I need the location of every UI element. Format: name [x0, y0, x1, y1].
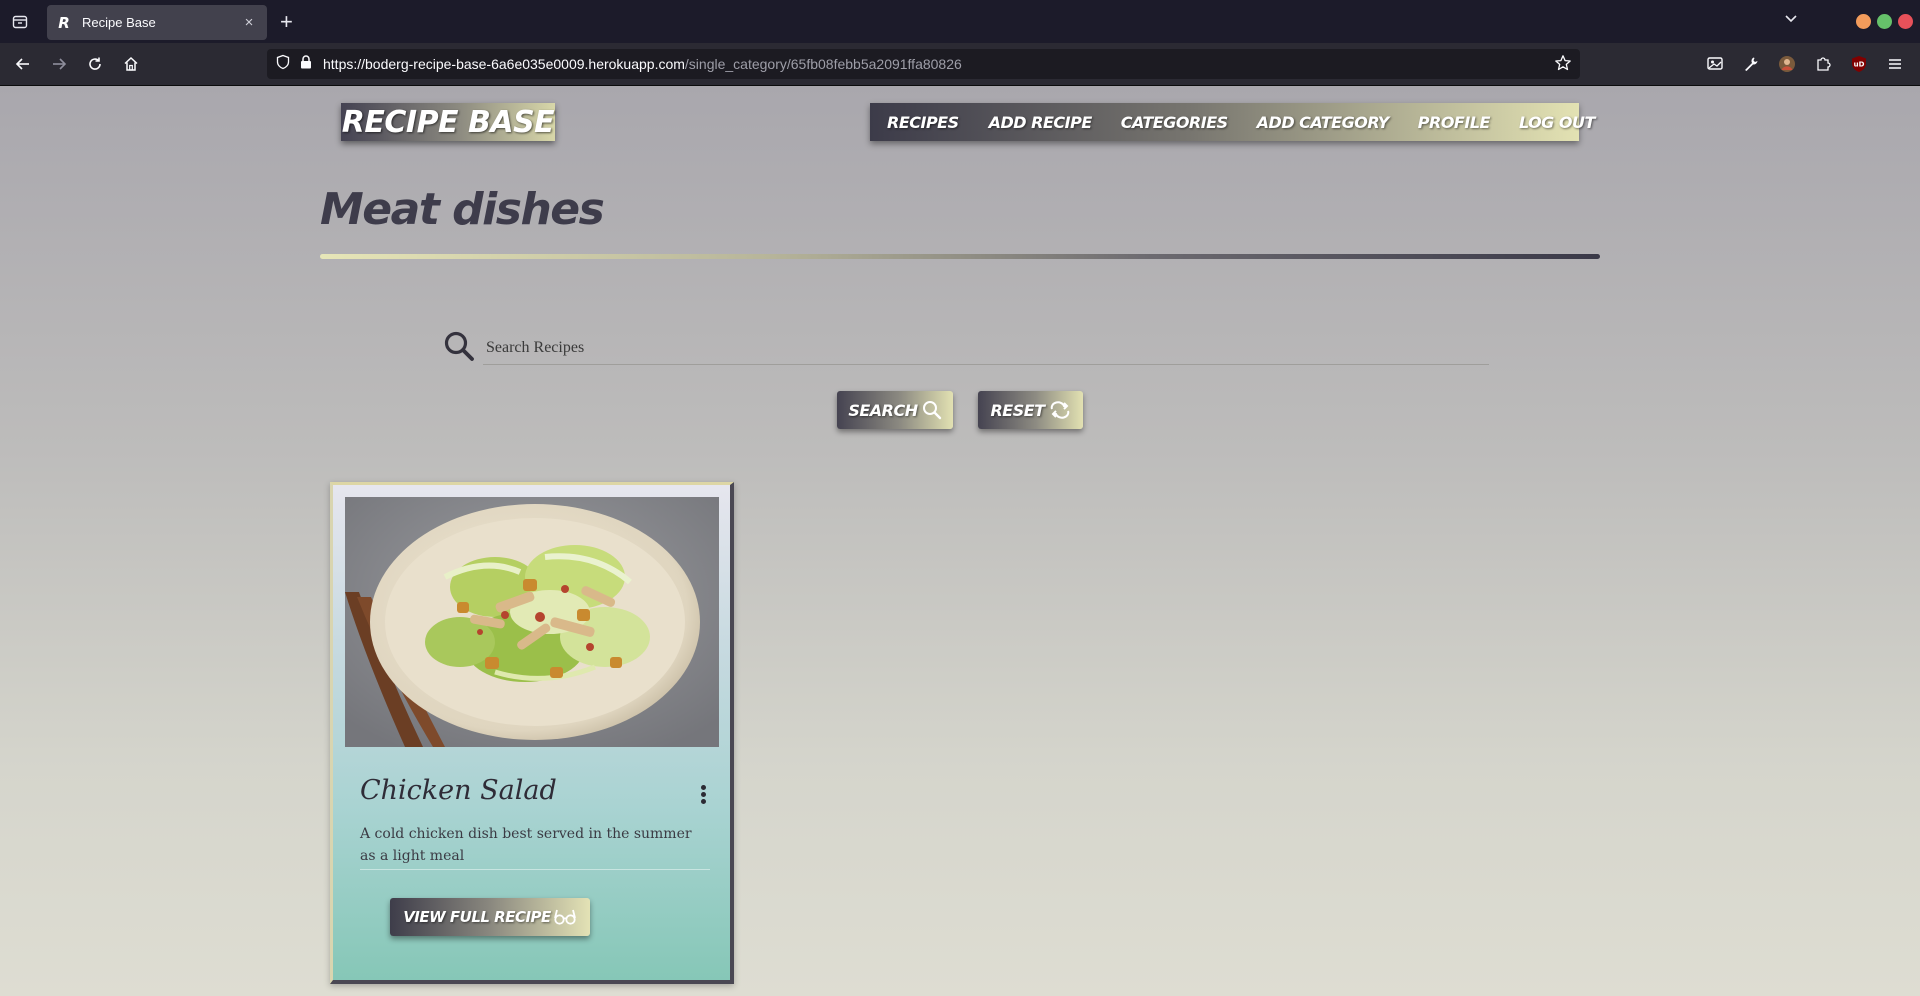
close-tab-icon[interactable]: × [237, 14, 261, 31]
ublock-origin-icon[interactable]: uD [1847, 52, 1871, 76]
recipe-image [345, 497, 719, 747]
nav-link-log-out[interactable]: LOG OUT [1519, 113, 1595, 132]
browser-tab-active[interactable]: R Recipe Base × [47, 5, 267, 40]
page-title: Meat dishes [320, 184, 605, 235]
app-menu-hamburger-icon[interactable] [1883, 52, 1907, 76]
address-bar[interactable]: https://boderg-recipe-base-6a6e035e0009.… [267, 49, 1580, 79]
window-controls [1856, 14, 1913, 29]
url-text[interactable]: https://boderg-recipe-base-6a6e035e0009.… [323, 56, 962, 72]
more-options-icon[interactable] [698, 783, 708, 807]
firefox-view-icon[interactable] [8, 10, 32, 34]
window-close-button[interactable] [1898, 14, 1913, 29]
search-button[interactable]: SEARCH [837, 391, 953, 429]
url-host: https://boderg-recipe-base-6a6e035e0009.… [323, 56, 685, 72]
back-arrow-icon[interactable] [11, 52, 35, 76]
tab-title: Recipe Base [82, 15, 156, 30]
home-icon[interactable] [119, 52, 143, 76]
reload-icon[interactable] [83, 52, 107, 76]
recipe-card: Chicken Salad A cold chicken dish best s… [330, 482, 734, 984]
extensions-puzzle-icon[interactable] [1811, 52, 1835, 76]
nav-link-add-recipe[interactable]: ADD RECIPE [989, 113, 1093, 132]
window-minimize-button[interactable] [1856, 14, 1871, 29]
lock-icon[interactable] [299, 54, 313, 75]
bookmark-star-icon[interactable] [1554, 54, 1572, 77]
reset-button-label: RESET [990, 400, 1045, 420]
nav-link-categories[interactable]: CATEGORIES [1121, 113, 1228, 132]
reset-button[interactable]: RESET [978, 391, 1083, 429]
search-button-icon [922, 401, 941, 420]
site-favicon-icon: R [58, 13, 70, 32]
forward-arrow-icon[interactable] [47, 52, 71, 76]
recipe-description: A cold chicken dish best served in the s… [360, 823, 710, 870]
site-logo[interactable]: RECIPE BASE [341, 103, 555, 141]
browser-toolbar: https://boderg-recipe-base-6a6e035e0009.… [0, 43, 1920, 86]
avatar-extension-icon[interactable] [1775, 52, 1799, 76]
search-button-label: SEARCH [848, 400, 918, 420]
nav-link-profile[interactable]: PROFILE [1418, 113, 1491, 132]
url-path: /single_category/65fb08febb5a2091ffa8082… [684, 56, 962, 72]
title-divider [320, 254, 1600, 259]
search-icon [443, 330, 475, 362]
screenshot-extension-icon[interactable] [1703, 52, 1727, 76]
view-full-recipe-label: VIEW FULL RECIPE [403, 908, 551, 926]
recipe-title: Chicken Salad [360, 775, 557, 806]
svg-text:uD: uD [1854, 61, 1865, 69]
nav-link-add-category[interactable]: ADD CATEGORY [1257, 113, 1390, 132]
view-full-recipe-button[interactable]: VIEW FULL RECIPE [390, 898, 590, 936]
nav-link-recipes[interactable]: RECIPES [887, 113, 959, 132]
browser-tab-bar: R Recipe Base × + [0, 0, 1920, 43]
glasses-icon [553, 909, 576, 925]
new-tab-button[interactable]: + [280, 10, 293, 34]
wrench-icon[interactable] [1739, 52, 1763, 76]
page-viewport: RECIPE BASE RECIPES ADD RECIPE CATEGORIE… [0, 86, 1920, 996]
main-nav: RECIPES ADD RECIPE CATEGORIES ADD CATEGO… [870, 103, 1595, 141]
search-form [443, 330, 1489, 370]
tracking-protection-icon[interactable] [275, 54, 291, 75]
refresh-icon [1050, 401, 1069, 419]
search-input[interactable] [483, 332, 1489, 365]
window-maximize-button[interactable] [1877, 14, 1892, 29]
list-all-tabs-icon[interactable] [1784, 12, 1798, 31]
